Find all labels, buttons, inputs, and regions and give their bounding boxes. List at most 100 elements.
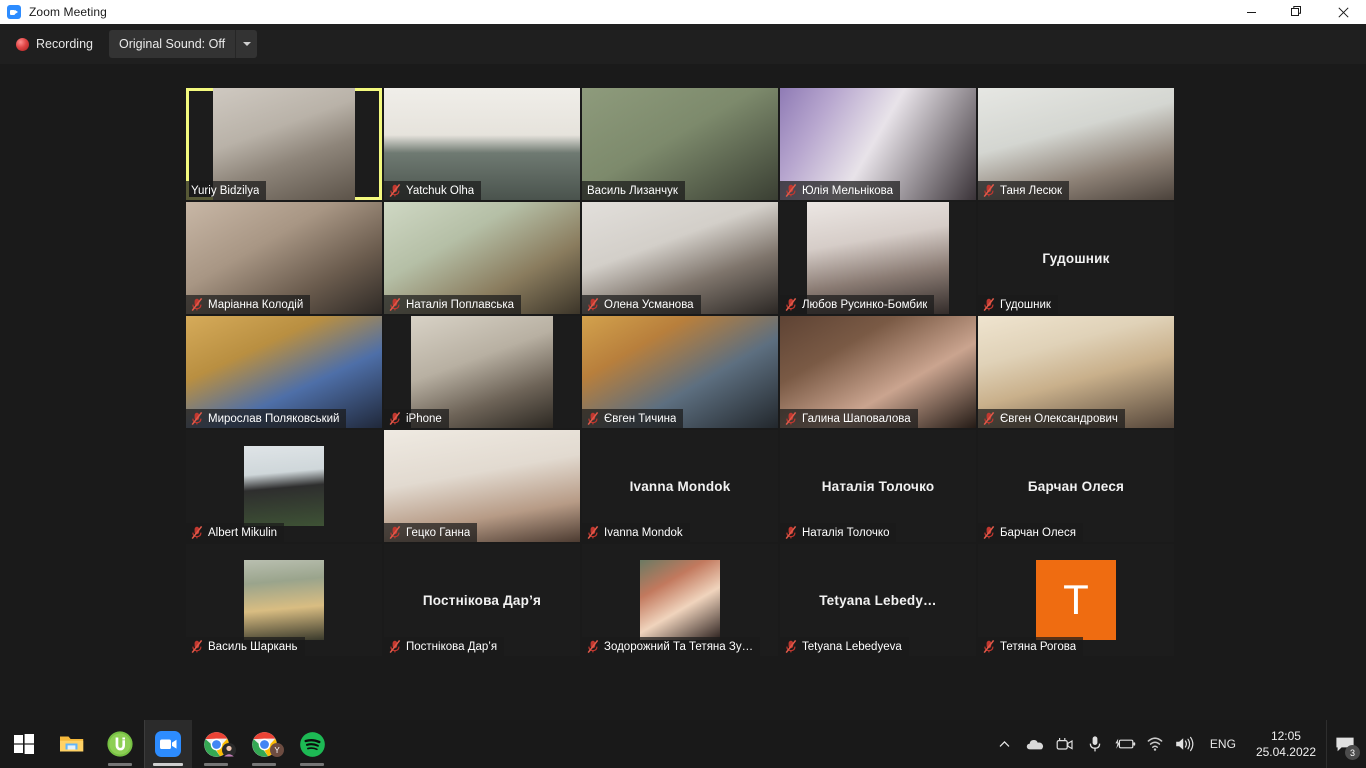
participant-name-label: Василь Шаркань: [208, 640, 298, 653]
zoom-meeting-window: Zoom Meeting Recording Original Sound: O…: [0, 0, 1366, 768]
microphone-muted-icon: [191, 298, 203, 311]
taskbar-item-zoom[interactable]: [144, 720, 192, 768]
participant-name-label: Тетяна Рогова: [1000, 640, 1077, 653]
meeting-toolbar: Recording Original Sound: Off: [0, 24, 1366, 64]
participant-tile[interactable]: Зодорожний Та Тетяна Зу…: [582, 544, 778, 656]
participant-tile[interactable]: Таня Лесюк: [978, 88, 1174, 200]
participant-tile[interactable]: Василь Лизанчук: [582, 88, 778, 200]
participant-name-label: Маріанна Колодій: [208, 298, 304, 311]
participant-name-label: Yatchuk Olha: [406, 184, 475, 197]
tray-network-button[interactable]: [1140, 720, 1170, 768]
participant-name-label: Василь Лизанчук: [587, 184, 678, 197]
participant-name-label: Albert Mikulin: [208, 526, 278, 539]
participant-name-label: Гецко Ганна: [406, 526, 471, 539]
original-sound-label[interactable]: Original Sound: Off: [109, 30, 235, 58]
participant-tile[interactable]: Гецко Ганна: [384, 430, 580, 542]
microphone-muted-icon: [191, 640, 203, 653]
tray-onedrive-button[interactable]: [1020, 720, 1050, 768]
taskbar-item-start[interactable]: [0, 720, 48, 768]
utorrent-icon: [107, 731, 133, 757]
microphone-muted-icon: [389, 640, 401, 653]
clock-date: 25.04.2022: [1255, 745, 1316, 759]
participant-tile[interactable]: T Тетяна Рогова: [978, 544, 1174, 656]
microphone-muted-icon: [587, 640, 599, 653]
participant-name-badge: Василь Лизанчук: [582, 181, 685, 200]
participant-tile[interactable]: Yuriy Bidzilya: [186, 88, 382, 200]
participant-tile[interactable]: Маріанна Колодій: [186, 202, 382, 314]
participant-name-badge: Наталія Толочко: [780, 523, 897, 542]
participant-name-label: Галина Шаповалова: [802, 412, 911, 425]
participant-name-label: Євген Тичина: [604, 412, 677, 425]
participant-name-badge: Любов Русинко-Бомбик: [780, 295, 935, 314]
taskbar-item-utorrent[interactable]: [96, 720, 144, 768]
participant-name-badge: Гудошник: [978, 295, 1058, 314]
microphone-muted-icon: [983, 640, 995, 653]
zoom-app-icon: [7, 5, 21, 19]
participant-name-badge: Тетяна Рогова: [978, 637, 1084, 656]
microphone-muted-icon: [785, 526, 797, 539]
participant-name-label: Tetyana Lebedyeva: [802, 640, 902, 653]
participant-tile[interactable]: Євген Тичина: [582, 316, 778, 428]
participant-tile[interactable]: Ivanna Mondok Ivanna Mondok: [582, 430, 778, 542]
microphone-muted-icon: [389, 298, 401, 311]
participant-tile[interactable]: Євген Олександрович: [978, 316, 1174, 428]
volume-icon: [1176, 736, 1194, 752]
participant-tile[interactable]: Наталія Толочко Наталія Толочко: [780, 430, 976, 542]
file-explorer-icon: [60, 736, 84, 752]
participant-tile[interactable]: Мирослав Поляковський: [186, 316, 382, 428]
participant-tile[interactable]: Albert Mikulin: [186, 430, 382, 542]
tray-volume-button[interactable]: [1170, 720, 1200, 768]
participant-name-badge: Наталія Поплавська: [384, 295, 522, 314]
microphone-muted-icon: [983, 526, 995, 539]
window-title: Zoom Meeting: [29, 5, 107, 19]
chevron-up-icon: [999, 740, 1010, 747]
participant-tile[interactable]: Василь Шаркань: [186, 544, 382, 656]
microphone-muted-icon: [983, 184, 995, 197]
participant-tile[interactable]: Любов Русинко-Бомбик: [780, 202, 976, 314]
original-sound-dropdown-button[interactable]: [235, 30, 257, 58]
minimize-button[interactable]: [1228, 0, 1274, 24]
participant-tile[interactable]: Tetyana Lebedy… Tetyana Lebedyeva: [780, 544, 976, 656]
participant-tile[interactable]: iPhone: [384, 316, 580, 428]
microphone-muted-icon: [983, 298, 995, 311]
participant-tile[interactable]: Yatchuk Olha: [384, 88, 580, 200]
taskbar-item-file-explorer[interactable]: [48, 720, 96, 768]
taskbar-item-chrome-2[interactable]: Y: [240, 720, 288, 768]
original-sound-control[interactable]: Original Sound: Off: [108, 30, 258, 58]
tray-battery-button[interactable]: [1110, 720, 1140, 768]
taskbar-item-spotify[interactable]: [288, 720, 336, 768]
participant-name-badge: iPhone: [384, 409, 449, 428]
tray-clock[interactable]: 12:05 25.04.2022: [1246, 720, 1326, 768]
microphone-muted-icon: [191, 412, 203, 425]
participant-name-label: Наталія Толочко: [802, 526, 890, 539]
participant-tile[interactable]: Постнікова Дар’я Постнікова Дар’я: [384, 544, 580, 656]
participant-name-badge: Барчан Олеся: [978, 523, 1083, 542]
taskbar-item-chrome-1[interactable]: [192, 720, 240, 768]
participant-tile[interactable]: Наталія Поплавська: [384, 202, 580, 314]
participant-tile[interactable]: Юлія Мельнікова: [780, 88, 976, 200]
participant-tile[interactable]: Галина Шаповалова: [780, 316, 976, 428]
onedrive-cloud-icon: [1026, 740, 1044, 750]
participant-tile[interactable]: Барчан Олеся Барчан Олеся: [978, 430, 1174, 542]
maximize-restore-button[interactable]: [1274, 0, 1320, 24]
recording-indicator[interactable]: Recording: [10, 31, 99, 57]
participant-letter-avatar: T: [1036, 560, 1116, 640]
participant-gallery: Yuriy Bidzilya Yatchuk Olha Василь Лизанчу…: [186, 88, 1178, 662]
participant-name-badge: Галина Шаповалова: [780, 409, 918, 428]
tray-show-hidden-icons-button[interactable]: [990, 720, 1020, 768]
participant-tile[interactable]: Олена Усманова: [582, 202, 778, 314]
participant-name-label: Любов Русинко-Бомбик: [802, 298, 928, 311]
participant-name-badge: Зодорожний Та Тетяна Зу…: [582, 637, 761, 656]
action-center-button[interactable]: 3: [1326, 720, 1362, 768]
participant-name-label: Yuriy Bidzilya: [191, 184, 260, 197]
participant-name-label: Зодорожний Та Тетяна Зу…: [604, 640, 754, 653]
tray-camera-button[interactable]: [1050, 720, 1080, 768]
participant-tile[interactable]: Гудошник Гудошник: [978, 202, 1174, 314]
participant-name-badge: Yuriy Bidzilya: [186, 181, 267, 200]
participant-name-label: Наталія Поплавська: [406, 298, 515, 311]
tray-language-button[interactable]: ENG: [1200, 720, 1246, 768]
tray-microphone-button[interactable]: [1080, 720, 1110, 768]
participant-name-badge: Ivanna Mondok: [582, 523, 690, 542]
chevron-down-icon: [242, 42, 251, 46]
close-button[interactable]: [1320, 0, 1366, 24]
